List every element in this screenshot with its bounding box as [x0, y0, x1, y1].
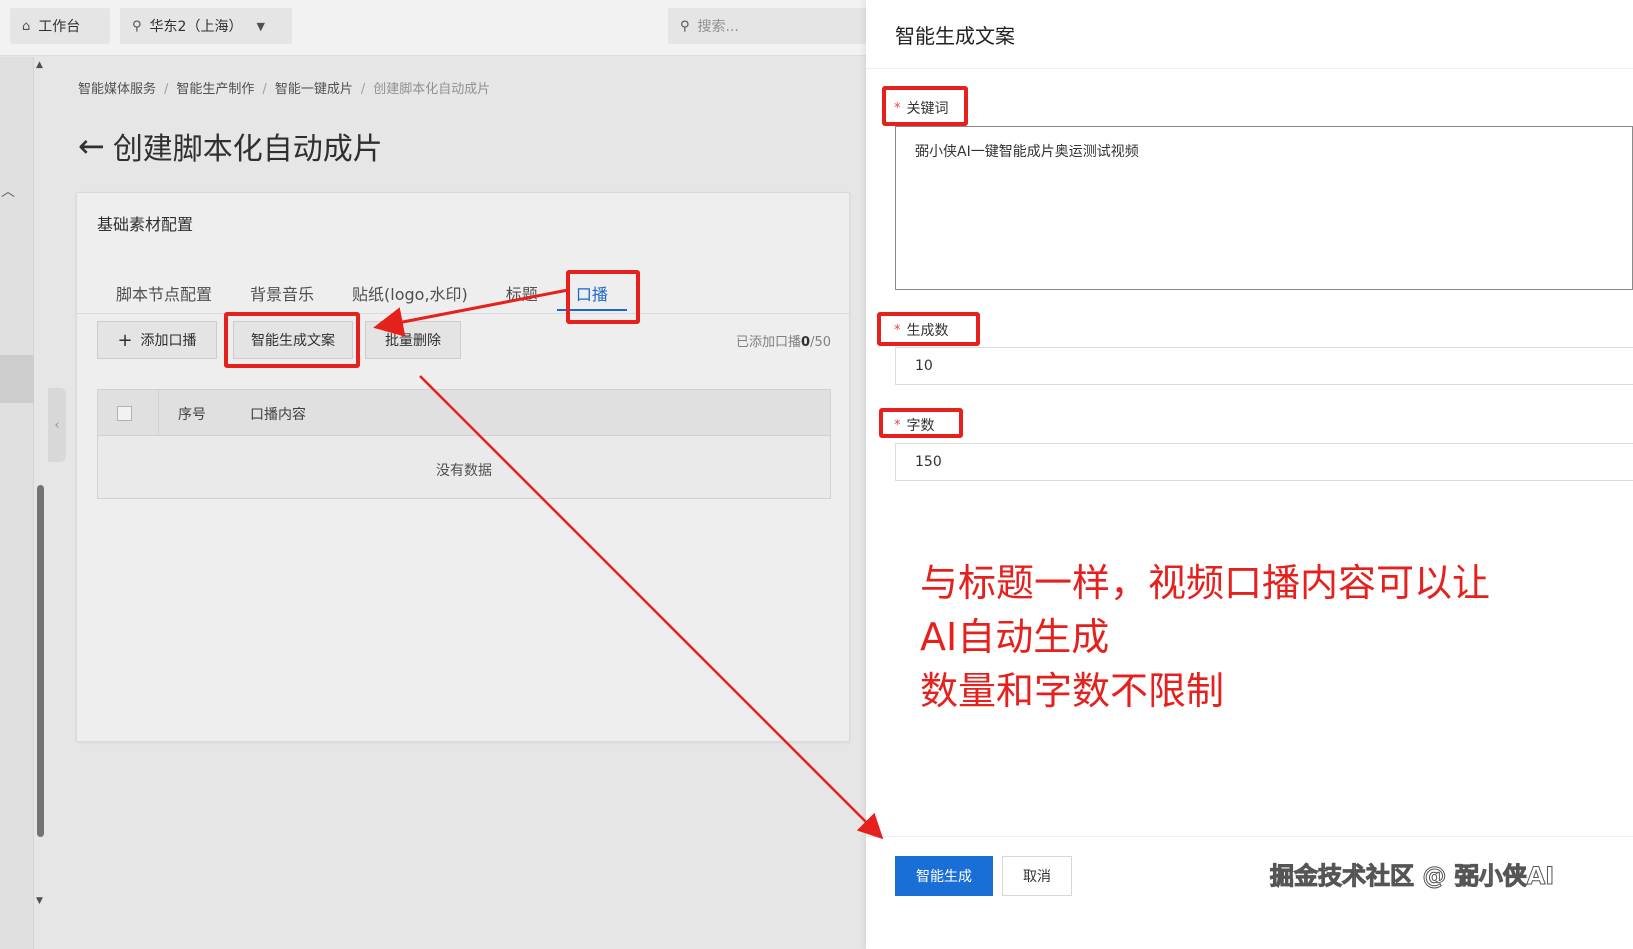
highlight-box-generate-button	[224, 312, 360, 368]
background-app: ⌂ 工作台 ⚲ 华东2（上海） ▼ ⚲ 搜索... ︿ ▲ ▼ ‹ 智能媒体服务…	[0, 0, 866, 949]
drawer-title: 智能生成文案	[895, 24, 1015, 48]
count-input[interactable]: 10	[895, 347, 1633, 385]
highlight-box-broadcast-tab	[566, 270, 640, 324]
generate-copy-drawer: 智能生成文案 * 关键词 弼小侠AI一键智能成片奥运测试视频 * 生成数 10 …	[866, 0, 1633, 949]
highlight-box-words	[879, 408, 963, 438]
drawer-header-divider	[866, 68, 1633, 69]
annotation-line: 与标题一样，视频口播内容可以让	[920, 561, 1491, 605]
highlight-box-count	[877, 312, 980, 346]
highlight-box-keyword	[882, 86, 968, 126]
modal-mask[interactable]	[0, 0, 866, 949]
cancel-button[interactable]: 取消	[1002, 856, 1072, 896]
watermark-text: 掘金技术社区 @ 弼小侠AI	[1269, 862, 1555, 891]
annotation-line: AI自动生成	[920, 615, 1110, 659]
annotation-line: 数量和字数不限制	[920, 669, 1225, 713]
drawer-footer-divider	[866, 836, 1633, 837]
words-input[interactable]: 150	[895, 443, 1633, 481]
annotation-text: 与标题一样，视频口播内容可以让 AI自动生成 数量和字数不限制	[920, 556, 1490, 718]
smart-generate-button[interactable]: 智能生成	[895, 856, 993, 896]
keyword-textarea[interactable]: 弼小侠AI一键智能成片奥运测试视频	[895, 126, 1633, 290]
